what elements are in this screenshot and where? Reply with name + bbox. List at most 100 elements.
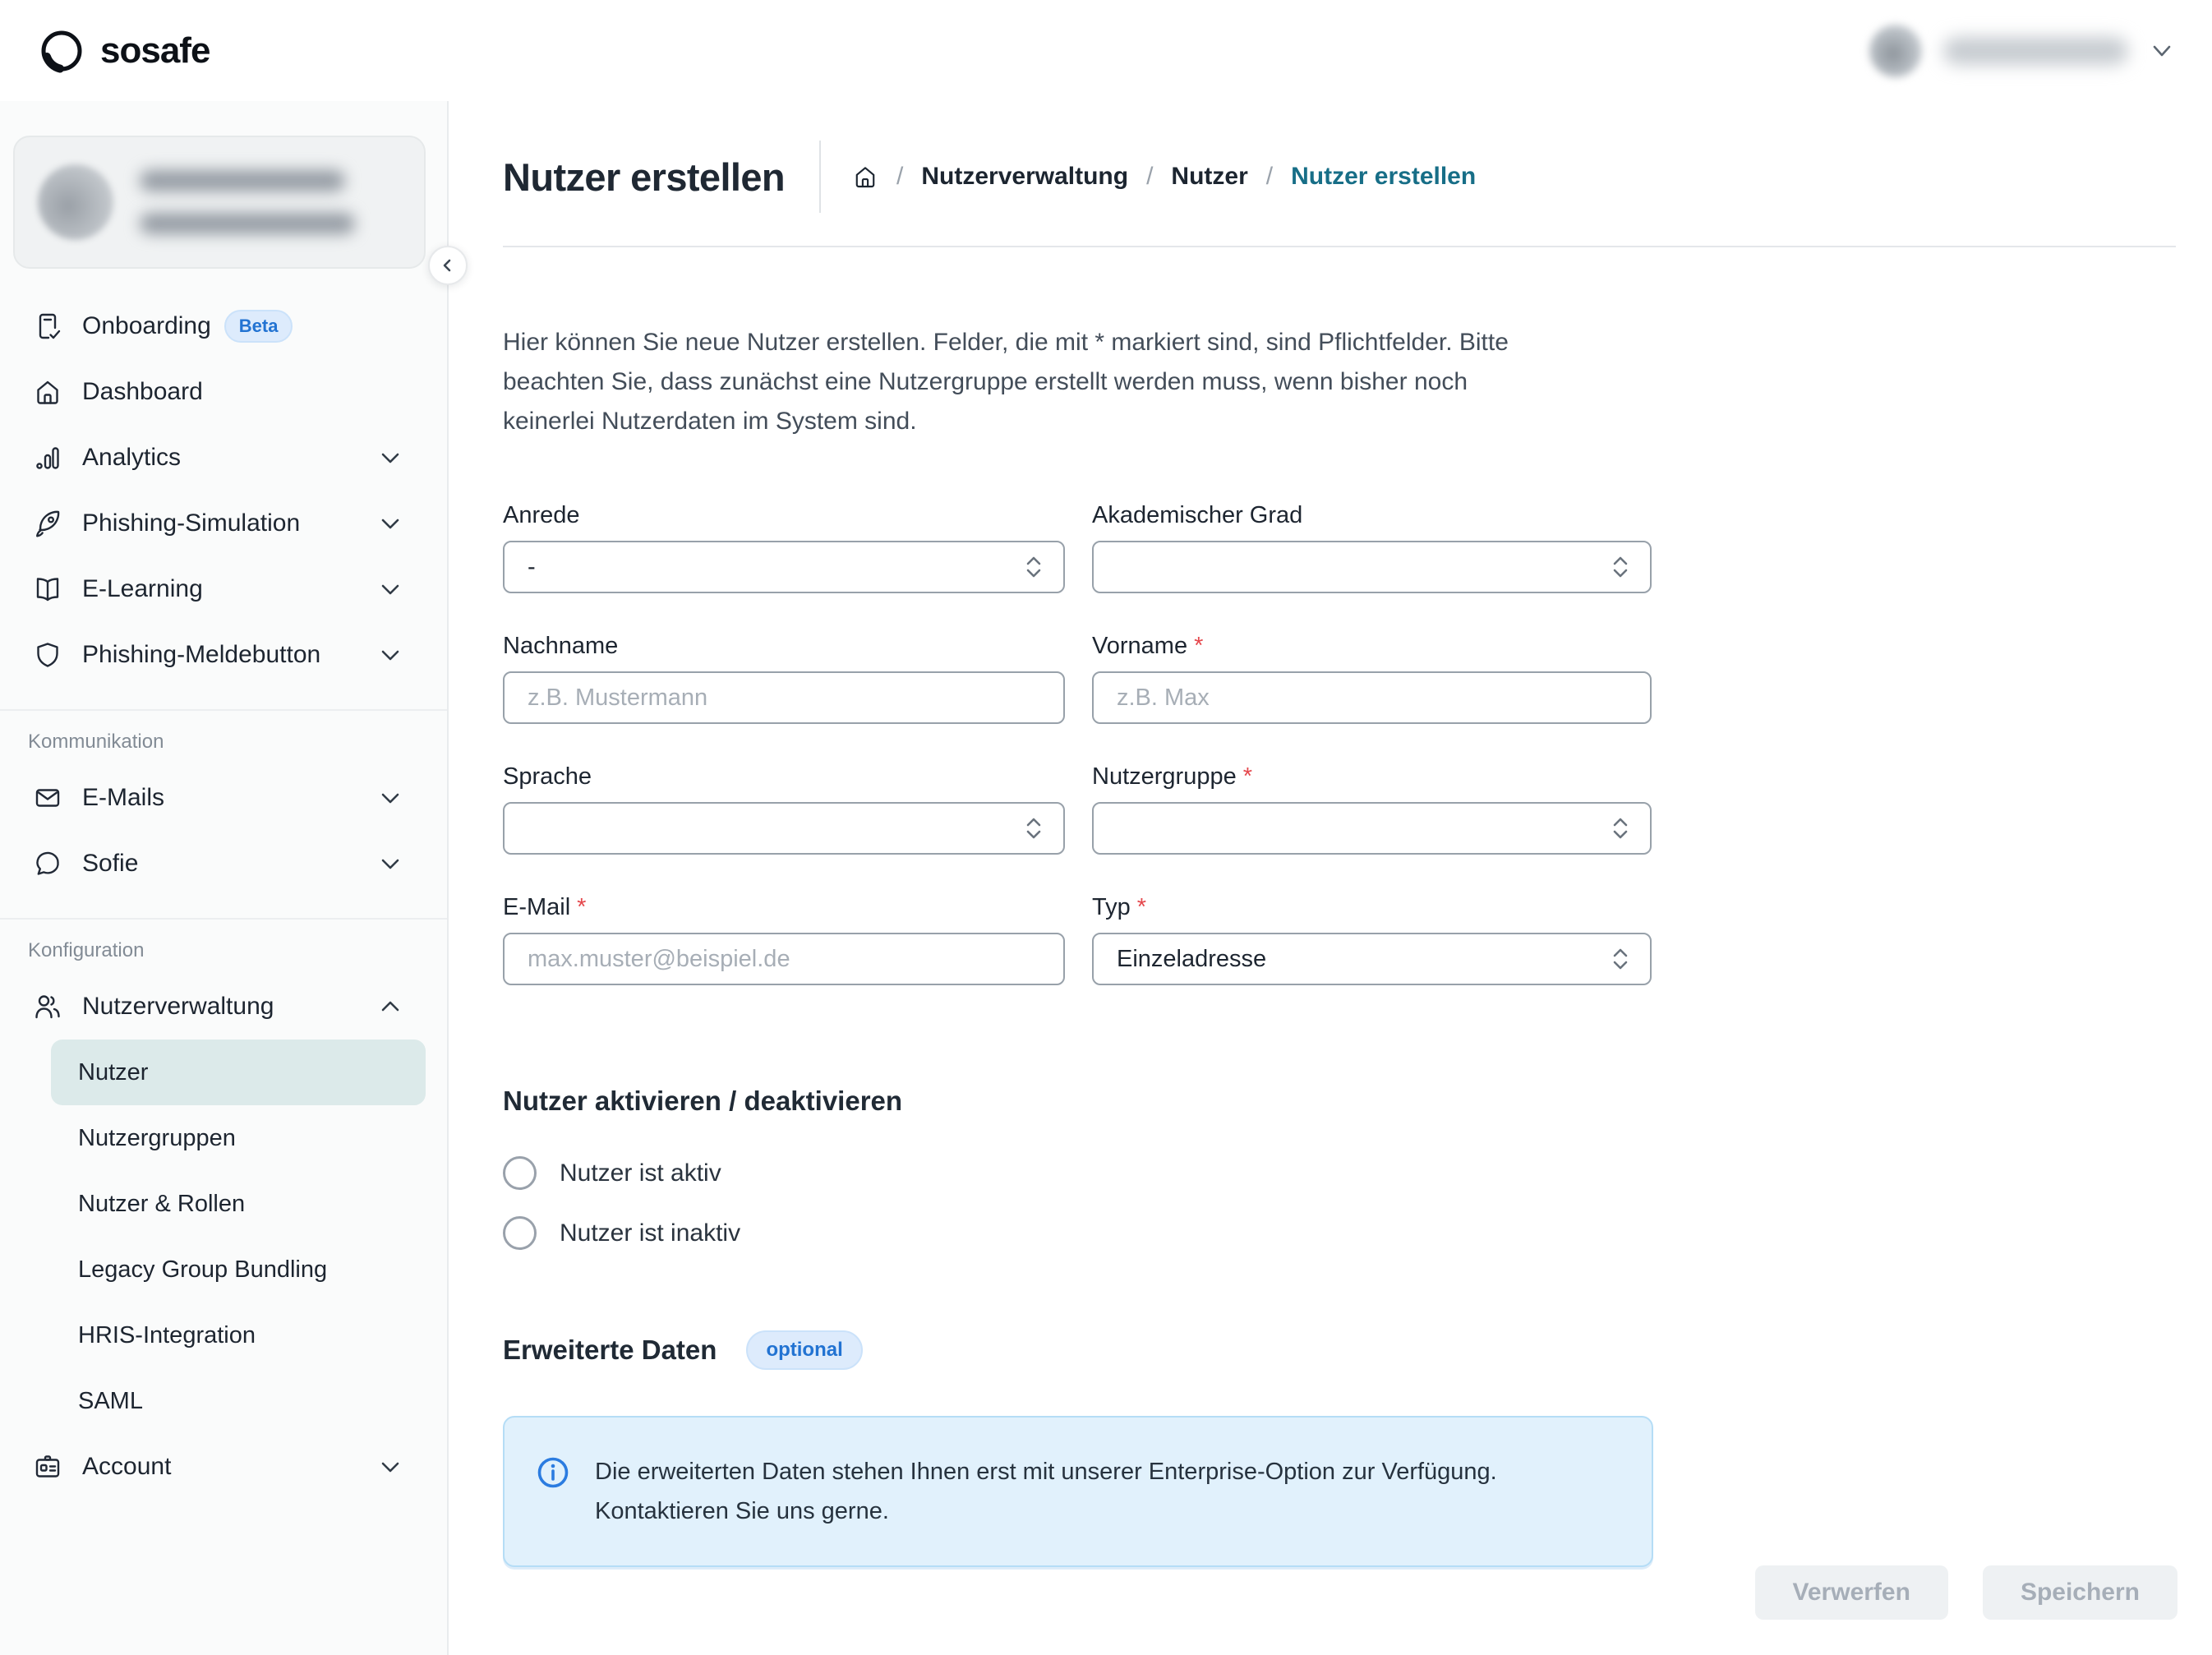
main-content: Nutzer erstellen / Nutzerverwaltung / Nu… — [449, 101, 2212, 1655]
sidebar-item-label: E-Learning — [82, 575, 203, 603]
chevron-left-icon — [440, 257, 456, 274]
breadcrumb-separator: / — [1266, 163, 1273, 191]
user-menu[interactable] — [1869, 25, 2174, 77]
breadcrumb-home[interactable] — [852, 164, 878, 190]
field-nachname: Nachname — [503, 633, 1065, 724]
sidebar-item-elearning[interactable]: E-Learning — [0, 556, 447, 622]
sidebar-item-label: Nutzerverwaltung — [82, 993, 274, 1021]
breadcrumb-item-current: Nutzer erstellen — [1291, 163, 1476, 191]
top-header: sosafe — [0, 0, 2212, 101]
email-input[interactable] — [503, 933, 1065, 985]
extended-data-header: Erweiterte Daten optional — [503, 1330, 2177, 1370]
field-typ: Typ* Einzeladresse — [1092, 894, 1652, 985]
open-book-icon — [33, 574, 62, 604]
sidebar-item-label: Account — [82, 1453, 171, 1481]
activation-heading: Nutzer aktivieren / deaktivieren — [503, 1086, 2177, 1117]
field-label: Sprache — [503, 763, 1065, 791]
sidebar-subitem-nutzergruppen[interactable]: Nutzergruppen — [51, 1105, 426, 1171]
chevron-down-icon — [380, 856, 401, 871]
sidebar-collapse-button[interactable] — [428, 246, 468, 285]
chat-bubble-icon — [33, 849, 62, 878]
sidebar-subitem-nutzer-rollen[interactable]: Nutzer & Rollen — [51, 1171, 426, 1237]
enterprise-info-box: Die erweiterten Daten stehen Ihnen erst … — [503, 1416, 1653, 1567]
radio-option-inaktiv[interactable]: Nutzer ist inaktiv — [503, 1216, 740, 1250]
field-label: Typ* — [1092, 894, 1652, 921]
required-mark: * — [1194, 633, 1203, 659]
radio-option-aktiv[interactable]: Nutzer ist aktiv — [503, 1156, 721, 1190]
radio-label: Nutzer ist aktiv — [560, 1159, 721, 1187]
save-button[interactable]: Speichern — [1983, 1565, 2177, 1620]
sidebar-item-account[interactable]: Account — [0, 1434, 447, 1500]
select-chevrons-icon — [1611, 815, 1630, 841]
typ-select[interactable]: Einzeladresse — [1092, 933, 1652, 985]
info-text: Die erweiterten Daten stehen Ihnen erst … — [595, 1452, 1497, 1531]
page-header: Nutzer erstellen / Nutzerverwaltung / Nu… — [503, 141, 2177, 213]
field-label: Nachname — [503, 633, 1065, 660]
sidebar-section-konfiguration: Konfiguration — [28, 939, 447, 962]
field-label: Vorname* — [1092, 633, 1652, 660]
select-chevrons-icon — [1611, 946, 1630, 972]
nutzergruppe-select[interactable] — [1092, 802, 1652, 855]
users-icon — [33, 992, 62, 1021]
sidebar-subitem-nutzer[interactable]: Nutzer — [51, 1040, 426, 1105]
sidebar-subitem-saml[interactable]: SAML — [51, 1368, 426, 1434]
chevron-down-icon — [380, 648, 401, 662]
field-nutzergruppe: Nutzergruppe* — [1092, 763, 1652, 855]
anrede-select[interactable]: - — [503, 541, 1065, 593]
sidebar-item-phishing-meldebutton[interactable]: Phishing-Meldebutton — [0, 622, 447, 688]
sidebar-item-onboarding[interactable]: Onboarding Beta — [0, 293, 447, 359]
discard-button[interactable]: Verwerfen — [1755, 1565, 1948, 1620]
sidebar-item-nutzerverwaltung[interactable]: Nutzerverwaltung — [0, 974, 447, 1040]
sidebar-item-phishing-simulation[interactable]: Phishing-Simulation — [0, 491, 447, 556]
account-name-redacted — [140, 170, 345, 191]
id-card-icon — [33, 1452, 62, 1482]
radio-circle[interactable] — [503, 1216, 537, 1250]
title-divider — [819, 141, 821, 213]
radio-label: Nutzer ist inaktiv — [560, 1219, 740, 1247]
select-chevrons-icon — [1611, 554, 1630, 580]
page-title: Nutzer erstellen — [503, 154, 785, 200]
account-avatar — [38, 164, 113, 240]
field-akademischer-grad: Akademischer Grad — [1092, 502, 1652, 593]
user-name-redacted — [1943, 37, 2128, 65]
user-avatar — [1869, 25, 1922, 77]
radio-circle[interactable] — [503, 1156, 537, 1190]
chevron-down-icon — [380, 1459, 401, 1474]
sidebar-divider — [0, 918, 447, 920]
field-vorname: Vorname* — [1092, 633, 1652, 724]
sidebar: Onboarding Beta Dashboard Analytics — [0, 101, 449, 1655]
chevron-down-icon — [380, 791, 401, 805]
sidebar-item-emails[interactable]: E-Mails — [0, 765, 447, 831]
sprache-select[interactable] — [503, 802, 1065, 855]
select-chevrons-icon — [1024, 815, 1044, 841]
info-icon — [536, 1455, 570, 1490]
breadcrumb-separator: / — [1146, 163, 1153, 191]
sidebar-item-analytics[interactable]: Analytics — [0, 425, 447, 491]
field-anrede: Anrede - — [503, 502, 1065, 593]
vorname-input[interactable] — [1092, 671, 1652, 724]
sidebar-item-dashboard[interactable]: Dashboard — [0, 359, 447, 425]
sidebar-subitem-hris-integration[interactable]: HRIS-Integration — [51, 1302, 426, 1368]
sidebar-item-label: Sofie — [82, 850, 138, 878]
sidebar-nav: Onboarding Beta Dashboard Analytics — [0, 293, 447, 1500]
mail-icon — [33, 783, 62, 813]
breadcrumb-separator: / — [896, 163, 903, 191]
sidebar-item-label: Onboarding — [82, 312, 211, 340]
sidebar-subitem-legacy-group-bundling[interactable]: Legacy Group Bundling — [51, 1237, 426, 1302]
nachname-input[interactable] — [503, 671, 1065, 724]
akademischer-grad-select[interactable] — [1092, 541, 1652, 593]
field-label: Anrede — [503, 502, 1065, 529]
sidebar-item-label: Dashboard — [82, 378, 203, 406]
extended-data-heading: Erweiterte Daten — [503, 1335, 717, 1366]
form-actions: Verwerfen Speichern — [1755, 1565, 2177, 1620]
sidebar-section-kommunikation: Kommunikation — [28, 731, 447, 754]
account-card[interactable] — [13, 136, 426, 269]
chevron-up-icon — [380, 999, 401, 1014]
breadcrumb-item-nutzerverwaltung[interactable]: Nutzerverwaltung — [921, 163, 1128, 191]
breadcrumb-item-nutzer[interactable]: Nutzer — [1171, 163, 1247, 191]
sidebar-item-sofie[interactable]: Sofie — [0, 831, 447, 897]
bar-chart-icon — [33, 443, 62, 473]
optional-badge: optional — [746, 1330, 862, 1370]
breadcrumb: / Nutzerverwaltung / Nutzer / Nutzer ers… — [852, 163, 1476, 191]
header-rule — [503, 246, 2176, 247]
